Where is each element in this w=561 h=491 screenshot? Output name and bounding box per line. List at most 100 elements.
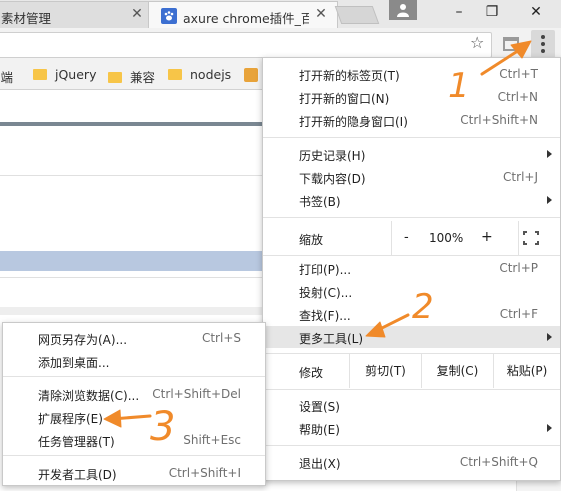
dot-icon bbox=[541, 42, 545, 46]
menu-item-label: 打印(P)... bbox=[299, 263, 352, 277]
minimize-button[interactable]: – bbox=[441, 0, 477, 24]
zoom-out-button[interactable]: - bbox=[404, 230, 409, 245]
chrome-main-menu: 打开新的标签页(T) Ctrl+T 打开新的窗口(N) Ctrl+N 打开新的隐… bbox=[262, 57, 561, 481]
menu-item-settings[interactable]: 设置(S) bbox=[263, 394, 560, 416]
menu-separator bbox=[263, 445, 560, 446]
menu-item-exit[interactable]: 退出(X) Ctrl+Shift+Q bbox=[263, 451, 560, 473]
submenu-arrow-icon bbox=[547, 196, 552, 204]
menu-item-label: 添加到桌面... bbox=[38, 356, 110, 370]
menu-item-shortcut: Ctrl+Shift+Q bbox=[459, 455, 538, 469]
menu-item-shortcut: Ctrl+P bbox=[499, 261, 538, 275]
cut-button[interactable]: 剪切(T) bbox=[349, 354, 421, 388]
menu-item-label: 设置(S) bbox=[299, 400, 340, 414]
menu-item-label: 查找(F)... bbox=[299, 309, 351, 323]
menu-item-shortcut: Ctrl+T bbox=[499, 67, 538, 81]
menu-item-label: 书签(B) bbox=[299, 195, 341, 209]
menu-item-label: 打开新的窗口(N) bbox=[299, 92, 390, 106]
chrome-menu-button[interactable] bbox=[531, 30, 555, 58]
folder-icon bbox=[168, 69, 182, 80]
menu-item-bookmarks[interactable]: 书签(B) bbox=[263, 189, 560, 211]
menu-item-label: 历史记录(H) bbox=[299, 149, 366, 163]
dot-icon bbox=[541, 35, 545, 39]
bookmark-star-icon[interactable]: ☆ bbox=[470, 33, 484, 52]
fullscreen-icon[interactable] bbox=[523, 231, 539, 245]
menu-separator bbox=[3, 376, 265, 377]
menu-item-incognito[interactable]: 打开新的隐身窗口(I) Ctrl+Shift+N bbox=[263, 109, 560, 131]
maximize-button[interactable]: ❐ bbox=[474, 0, 510, 24]
submenu-item-extensions[interactable]: 扩展程序(E) bbox=[3, 406, 265, 428]
menu-item-downloads[interactable]: 下载内容(D) Ctrl+J bbox=[263, 166, 560, 188]
submenu-arrow-icon bbox=[547, 424, 552, 432]
menu-item-label: 更多工具(L) bbox=[299, 332, 364, 346]
user-icon bbox=[397, 4, 409, 17]
submenu-arrow-icon bbox=[547, 150, 552, 158]
close-icon[interactable]: ✕ bbox=[129, 6, 145, 22]
menu-item-label: 退出(X) bbox=[299, 457, 341, 471]
more-tools-submenu: 网页另存为(A)... Ctrl+S 添加到桌面... 清除浏览数据(C)...… bbox=[2, 322, 266, 486]
bookmark-nodejs[interactable]: nodejs bbox=[168, 67, 231, 82]
menu-item-more-tools[interactable]: 更多工具(L) bbox=[263, 326, 560, 348]
bookmark-frontend[interactable]: 前端 bbox=[0, 67, 13, 86]
zoom-level: 100% bbox=[429, 231, 464, 245]
menu-item-cast[interactable]: 投射(C)... bbox=[263, 280, 560, 302]
edit-label: 修改 bbox=[299, 366, 324, 380]
menu-item-shortcut: Ctrl+Shift+Del bbox=[152, 387, 241, 401]
menu-item-history[interactable]: 历史记录(H) bbox=[263, 143, 560, 165]
submenu-item-add-to-desktop[interactable]: 添加到桌面... bbox=[3, 350, 265, 372]
menu-item-label: 下载内容(D) bbox=[299, 172, 366, 186]
tab-axure-search[interactable]: axure chrome插件_百度 ✕ bbox=[148, 1, 338, 28]
tab-material-management[interactable]: 素材管理 ✕ bbox=[0, 1, 152, 28]
bookmark-label: jQuery bbox=[55, 67, 97, 82]
menu-item-label: 扩展程序(E) bbox=[38, 412, 103, 426]
menu-item-shortcut: Shift+Esc bbox=[183, 433, 241, 447]
menu-item-shortcut: Ctrl+F bbox=[499, 307, 538, 321]
menu-item-shortcut: Ctrl+S bbox=[201, 331, 241, 345]
submenu-item-task-manager[interactable]: 任务管理器(T) Shift+Esc bbox=[3, 429, 265, 451]
folder-icon bbox=[33, 69, 47, 80]
menu-item-print[interactable]: 打印(P)... Ctrl+P bbox=[263, 257, 560, 279]
menu-item-new-tab[interactable]: 打开新的标签页(T) Ctrl+T bbox=[263, 63, 560, 85]
zoom-in-button[interactable]: + bbox=[481, 229, 493, 245]
menu-separator bbox=[263, 389, 560, 390]
zoom-label: 缩放 bbox=[299, 233, 324, 247]
menu-item-label: 打开新的隐身窗口(I) bbox=[299, 115, 408, 129]
menu-separator bbox=[263, 217, 560, 218]
submenu-item-devtools[interactable]: 开发者工具(D) Ctrl+Shift+I bbox=[3, 462, 265, 484]
tab-strip: 素材管理 ✕ axure chrome插件_百度 ✕ – ❐ ✕ bbox=[0, 0, 561, 28]
menu-item-label: 任务管理器(T) bbox=[38, 435, 115, 449]
bookmark-label: 兼容 bbox=[130, 70, 156, 85]
menu-separator bbox=[263, 137, 560, 138]
zoom-row: 缩放 - 100% + bbox=[263, 221, 560, 255]
menu-item-help[interactable]: 帮助(E) bbox=[263, 417, 560, 439]
menu-item-label: 开发者工具(D) bbox=[38, 468, 117, 482]
menu-item-shortcut: Ctrl+N bbox=[497, 90, 538, 104]
bookmark-compat[interactable]: 兼容 bbox=[108, 67, 155, 86]
menu-item-shortcut: Ctrl+J bbox=[503, 170, 538, 184]
submenu-item-save-page[interactable]: 网页另存为(A)... Ctrl+S bbox=[3, 327, 265, 349]
menu-item-label: 清除浏览数据(C)... bbox=[38, 389, 140, 403]
menu-separator bbox=[263, 255, 560, 256]
extension-icon[interactable] bbox=[503, 37, 519, 51]
new-tab-button[interactable] bbox=[334, 6, 380, 24]
menu-item-new-window[interactable]: 打开新的窗口(N) Ctrl+N bbox=[263, 86, 560, 108]
menu-item-shortcut: Ctrl+Shift+N bbox=[460, 113, 538, 127]
tab-title: axure chrome插件_百度 bbox=[183, 11, 309, 26]
menu-item-label: 网页另存为(A)... bbox=[38, 333, 128, 347]
profile-button[interactable] bbox=[389, 0, 417, 20]
edit-row: 修改 剪切(T) 复制(C) 粘贴(P) bbox=[263, 354, 560, 388]
close-icon[interactable]: ✕ bbox=[313, 6, 329, 22]
close-window-button[interactable]: ✕ bbox=[518, 0, 554, 24]
tab-title: 素材管理 bbox=[1, 11, 52, 26]
address-bar[interactable] bbox=[0, 32, 492, 58]
menu-separator bbox=[3, 455, 265, 456]
bookmark-favicon[interactable] bbox=[244, 68, 258, 82]
baidu-paw-icon bbox=[161, 8, 177, 24]
copy-button[interactable]: 复制(C) bbox=[421, 354, 493, 388]
menu-item-label: 打开新的标签页(T) bbox=[299, 69, 400, 83]
bookmark-jquery[interactable]: jQuery bbox=[33, 67, 96, 82]
submenu-item-clear-data[interactable]: 清除浏览数据(C)... Ctrl+Shift+Del bbox=[3, 383, 265, 405]
menu-item-label: 帮助(E) bbox=[299, 423, 340, 437]
menu-item-find[interactable]: 查找(F)... Ctrl+F bbox=[263, 303, 560, 325]
submenu-arrow-icon bbox=[547, 333, 552, 341]
paste-button[interactable]: 粘贴(P) bbox=[493, 354, 560, 388]
